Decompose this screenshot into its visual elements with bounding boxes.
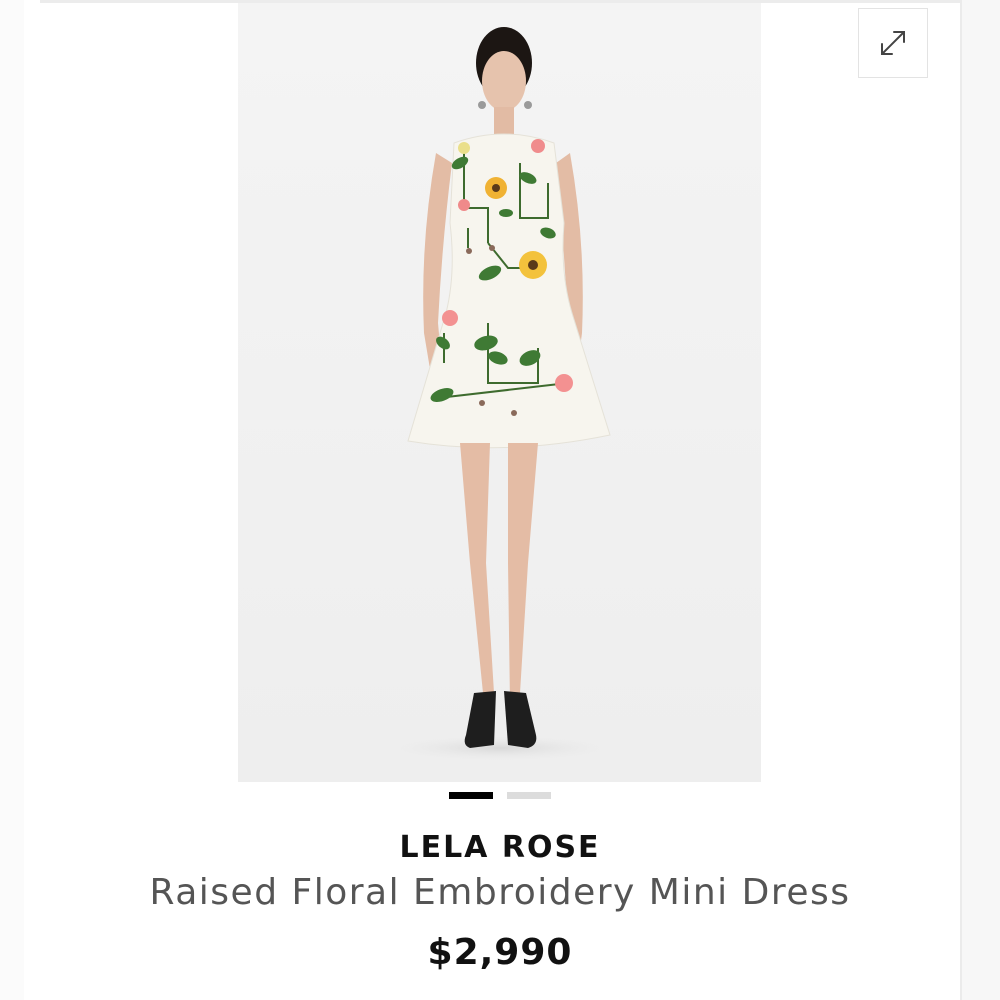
gallery-dot-2[interactable]: [507, 792, 551, 799]
product-title: Raised Floral Embroidery Mini Dress: [149, 872, 851, 913]
gallery-pagination: [0, 792, 1000, 799]
dress-model-illustration: [238, 3, 761, 782]
product-price: $2,990: [427, 932, 573, 973]
expand-arrows-icon: [881, 31, 905, 55]
gallery-dot-1[interactable]: [449, 792, 493, 799]
expand-image-button[interactable]: [858, 8, 928, 78]
product-brand[interactable]: LELA ROSE: [0, 830, 1000, 865]
product-image[interactable]: [238, 3, 761, 782]
